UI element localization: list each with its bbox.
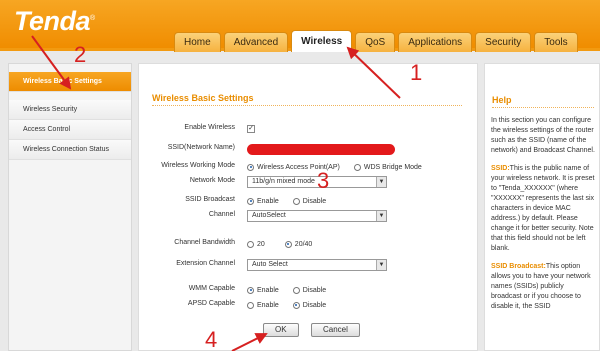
wds-mode-radio[interactable] [353,163,361,171]
ssid-broadcast-disable-radio[interactable] [292,197,300,205]
channel-bandwidth-label: Channel Bandwidth [174,239,235,246]
help-ssid-broadcast: SSID Broadcast:This option allows you to… [491,263,591,310]
apsd-disable-radio[interactable] [292,301,300,309]
top-header: Tenda® Home Advanced Wireless QoS Applic… [0,0,600,52]
enable-wireless-label: Enable Wireless [184,124,235,131]
apsd-enable-radio[interactable] [247,301,254,309]
main-nav: Home Advanced Wireless QoS Applications … [174,30,578,52]
tab-qos[interactable]: QoS [355,32,396,52]
title-divider [152,105,462,106]
annotation-number-3: 3 [317,168,330,193]
sidebar-item-wireless-basic-settings[interactable]: Wireless Basic Settings [9,72,131,92]
extension-channel-select[interactable]: Auto Select ▼ [247,259,387,271]
help-text: In this section you can configure the wi… [491,116,595,320]
apsd-label: APSD Capable [187,300,235,307]
ap-mode-radio[interactable] [247,163,254,171]
sidebar-item-wireless-security[interactable]: Wireless Security [9,100,131,120]
ssid-broadcast-enable-radio[interactable] [247,197,254,205]
tab-security[interactable]: Security [475,32,532,52]
tab-advanced[interactable]: Advanced [223,32,289,52]
channel-bandwidth-row: Channel Bandwidth 20 20/40 [174,239,313,248]
help-ssid: SSID:This is the public name of your wir… [491,165,595,252]
tab-applications[interactable]: Applications [398,32,473,52]
apsd-row: APSD Capable Enable Disable [187,300,327,309]
network-mode-row: Network Mode 11b/g/n mixed mode ▼ [139,175,479,189]
extension-channel-row: Extension Channel Auto Select ▼ [139,258,479,272]
page-title: Wireless Basic Settings [152,93,254,103]
tab-wireless[interactable]: Wireless [291,30,353,52]
working-mode-row: Wireless Working Mode Wireless Access Po… [161,162,422,171]
wmm-label: WMM Capable [188,285,235,292]
tenda-logo: Tenda® [14,6,95,36]
bandwidth-20-radio[interactable] [247,240,254,248]
network-mode-label: Network Mode [189,177,235,184]
annotation-number-1: 1 [410,60,423,85]
channel-row: Channel AutoSelect ▼ [139,209,479,223]
cancel-button[interactable]: Cancel [311,323,360,337]
ok-button[interactable]: OK [263,323,299,337]
sidebar: Wireless Basic Settings Wireless Securit… [8,63,132,351]
wmm-disable-radio[interactable] [292,286,300,294]
chevron-down-icon: ▼ [376,260,386,270]
extension-channel-label: Extension Channel [176,260,235,267]
wmm-row: WMM Capable Enable Disable [188,285,327,294]
chevron-down-icon: ▼ [376,177,386,187]
help-title: Help [492,95,512,105]
channel-select[interactable]: AutoSelect ▼ [247,210,387,222]
annotation-number-2: 2 [74,42,87,67]
ssid-row: SSID(Network Name) [139,142,479,156]
tab-tools[interactable]: Tools [534,32,578,52]
sidebar-item-access-control[interactable]: Access Control [9,120,131,140]
ssid-broadcast-row: SSID Broadcast Enable Disable [185,196,327,205]
help-divider [492,107,594,108]
settings-panel: Wireless Basic Settings Enable Wireless … [138,63,478,351]
wmm-enable-radio[interactable] [247,286,254,294]
help-intro: In this section you can configure the wi… [491,117,595,154]
enable-wireless-row: Enable Wireless ✓ [139,122,479,136]
working-mode-label: Wireless Working Mode [161,162,235,169]
ssid-label: SSID(Network Name) [167,144,235,151]
help-panel: Help In this section you can configure t… [484,63,600,351]
tab-home[interactable]: Home [174,32,221,52]
ssid-input-redacted[interactable] [247,143,395,155]
enable-wireless-checkbox[interactable]: ✓ [247,125,255,133]
bandwidth-20-40-radio[interactable] [284,240,292,248]
chevron-down-icon: ▼ [376,211,386,221]
sidebar-item-wireless-connection-status[interactable]: Wireless Connection Status [9,140,131,160]
ssid-broadcast-label: SSID Broadcast [185,196,235,203]
annotation-number-4: 4 [205,327,218,351]
channel-label: Channel [208,211,235,218]
